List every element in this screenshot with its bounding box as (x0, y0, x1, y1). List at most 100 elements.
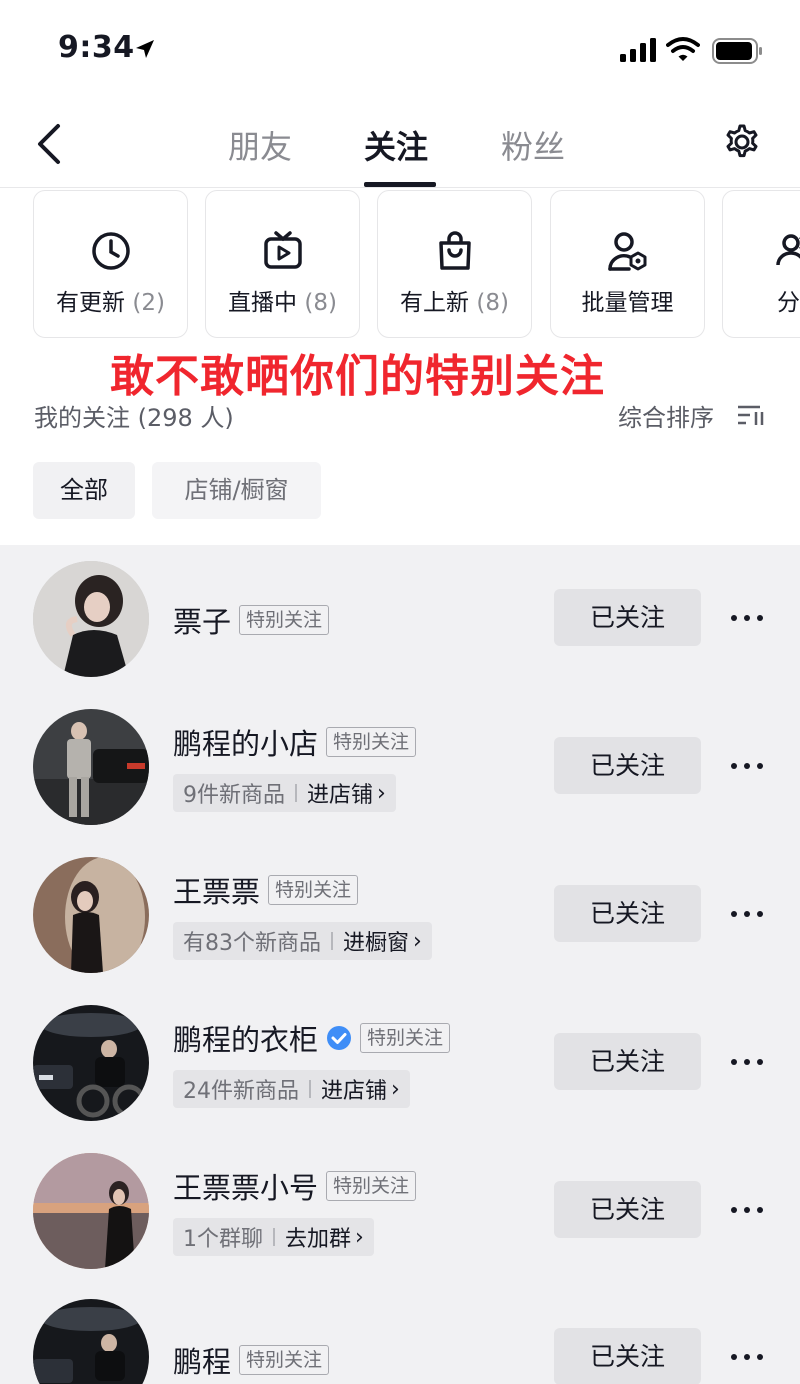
more-dots-icon[interactable] (730, 761, 764, 771)
avatar[interactable] (33, 1153, 149, 1269)
enter-showcase-link[interactable]: 进橱窗 (343, 925, 409, 957)
clock-icon (91, 232, 130, 270)
avatar[interactable] (33, 857, 149, 973)
chevron-right-icon: › (377, 780, 386, 806)
list-item[interactable]: 鹏程 特别关注 已关注 (0, 1285, 800, 1384)
group-chat-chip[interactable]: 1个群聊 去加群 › (173, 1218, 374, 1256)
avatar-photo (33, 1299, 149, 1384)
more-dots-icon[interactable] (730, 1352, 764, 1362)
active-tab-indicator (364, 182, 436, 187)
user-name[interactable]: 鹏程的衣柜 (173, 1017, 318, 1059)
special-follow-badge: 特别关注 (268, 875, 359, 905)
list-item[interactable]: 鹏程的衣柜 特别关注 24件新商品 进店铺 › 已关注 (0, 989, 800, 1137)
top-nav: 朋友 关注 粉丝 (0, 100, 800, 188)
card-count: (8) (476, 290, 509, 316)
avatar[interactable] (33, 709, 149, 825)
chevron-right-icon: › (413, 928, 422, 954)
enter-shop-link[interactable]: 进店铺 (321, 1073, 387, 1105)
divider (295, 784, 297, 802)
tab-friends[interactable]: 朋友 (228, 122, 292, 168)
card-label: 有更新 (56, 290, 126, 316)
following-list: 票子 特别关注 已关注 鹏程的小店 特别关注 9件新商品 进店铺 › 已关注 王… (0, 545, 800, 1384)
status-time: 9:34 (58, 30, 135, 65)
following-button[interactable]: 已关注 (554, 737, 701, 794)
back-chevron-icon[interactable] (34, 122, 64, 166)
group-icon (776, 234, 800, 266)
card-new-products[interactable]: 有上新 (8) (377, 190, 532, 338)
special-follow-badge: 特别关注 (326, 1171, 417, 1201)
more-dots-icon[interactable] (730, 1205, 764, 1215)
sort-icon[interactable] (736, 404, 766, 426)
avatar[interactable] (33, 561, 149, 677)
user-name[interactable]: 王票票小号 (173, 1165, 318, 1207)
chevron-right-icon: › (391, 1076, 400, 1102)
filter-all[interactable]: 全部 (33, 462, 135, 519)
product-update-chip[interactable]: 有83个新商品 进橱窗 › (173, 922, 432, 960)
list-item[interactable]: 票子 特别关注 已关注 (0, 545, 800, 693)
avatar-photo (33, 709, 149, 825)
special-follow-badge: 特别关注 (326, 727, 417, 757)
user-name[interactable]: 票子 (173, 599, 231, 641)
card-label: 批量管理 (581, 290, 674, 316)
battery-icon (712, 38, 762, 64)
location-arrow-icon (136, 40, 154, 58)
overlay-caption: 敢不敢晒你们的特别关注 (110, 351, 605, 402)
sort-button[interactable]: 综合排序 (618, 398, 714, 433)
special-follow-badge: 特别关注 (239, 1345, 330, 1375)
update-info: 9件新商品 (183, 783, 285, 808)
divider (331, 932, 333, 950)
product-update-chip[interactable]: 9件新商品 进店铺 › (173, 774, 396, 812)
card-groups[interactable]: 分 (722, 190, 800, 338)
verified-badge-icon (327, 1026, 352, 1050)
divider (273, 1228, 275, 1246)
card-label: 分 (777, 290, 800, 316)
list-item[interactable]: 王票票 特别关注 有83个新商品 进橱窗 › 已关注 (0, 841, 800, 989)
gear-icon[interactable] (720, 120, 764, 164)
following-count: 我的关注 (298 人) (34, 404, 234, 432)
card-live[interactable]: 直播中 (8) (205, 190, 360, 338)
following-button[interactable]: 已关注 (554, 589, 701, 646)
more-dots-icon[interactable] (730, 909, 764, 919)
update-info: 24件新商品 (183, 1079, 299, 1104)
following-button[interactable]: 已关注 (554, 885, 701, 942)
user-name[interactable]: 鹏程 (173, 1339, 231, 1381)
list-item[interactable]: 鹏程的小店 特别关注 9件新商品 进店铺 › 已关注 (0, 693, 800, 841)
status-bar: 9:34 (0, 0, 800, 100)
more-dots-icon[interactable] (730, 613, 764, 623)
following-button[interactable]: 已关注 (554, 1033, 701, 1090)
divider (309, 1080, 311, 1098)
avatar[interactable] (33, 1005, 149, 1121)
special-follow-badge: 特别关注 (239, 605, 330, 635)
avatar-photo (33, 1153, 149, 1269)
avatar[interactable] (33, 1299, 149, 1384)
enter-shop-link[interactable]: 进店铺 (307, 777, 373, 809)
filter-shops[interactable]: 店铺/橱窗 (152, 462, 321, 519)
shopping-bag-icon (438, 231, 471, 270)
user-settings-icon (607, 232, 646, 271)
join-group-link[interactable]: 去加群 (285, 1221, 351, 1253)
tab-following[interactable]: 关注 (364, 122, 428, 168)
card-count: (8) (304, 290, 337, 316)
following-button[interactable]: 已关注 (554, 1181, 701, 1238)
following-button[interactable]: 已关注 (554, 1328, 701, 1384)
product-update-chip[interactable]: 24件新商品 进店铺 › (173, 1070, 410, 1108)
special-follow-badge: 特别关注 (360, 1023, 451, 1053)
card-label: 有上新 (400, 290, 470, 316)
card-count: (2) (132, 290, 165, 316)
update-info: 1个群聊 (183, 1227, 263, 1252)
cellular-signal-icon (620, 38, 656, 62)
tab-followers[interactable]: 粉丝 (501, 122, 565, 168)
card-label: 直播中 (228, 290, 298, 316)
more-dots-icon[interactable] (730, 1057, 764, 1067)
card-batch-manage[interactable]: 批量管理 (550, 190, 705, 338)
wifi-icon (666, 37, 700, 61)
quick-filter-cards: 有更新 (2) 直播中 (8) 有上新 (8) 批量管理 分 (0, 188, 800, 340)
card-updates[interactable]: 有更新 (2) (33, 190, 188, 338)
avatar-photo (33, 561, 149, 677)
update-info: 有83个新商品 (183, 931, 321, 956)
user-name[interactable]: 王票票 (173, 869, 260, 911)
avatar-photo (33, 857, 149, 973)
user-name[interactable]: 鹏程的小店 (173, 721, 318, 763)
tv-icon (263, 231, 302, 269)
list-item[interactable]: 王票票小号 特别关注 1个群聊 去加群 › 已关注 (0, 1137, 800, 1285)
